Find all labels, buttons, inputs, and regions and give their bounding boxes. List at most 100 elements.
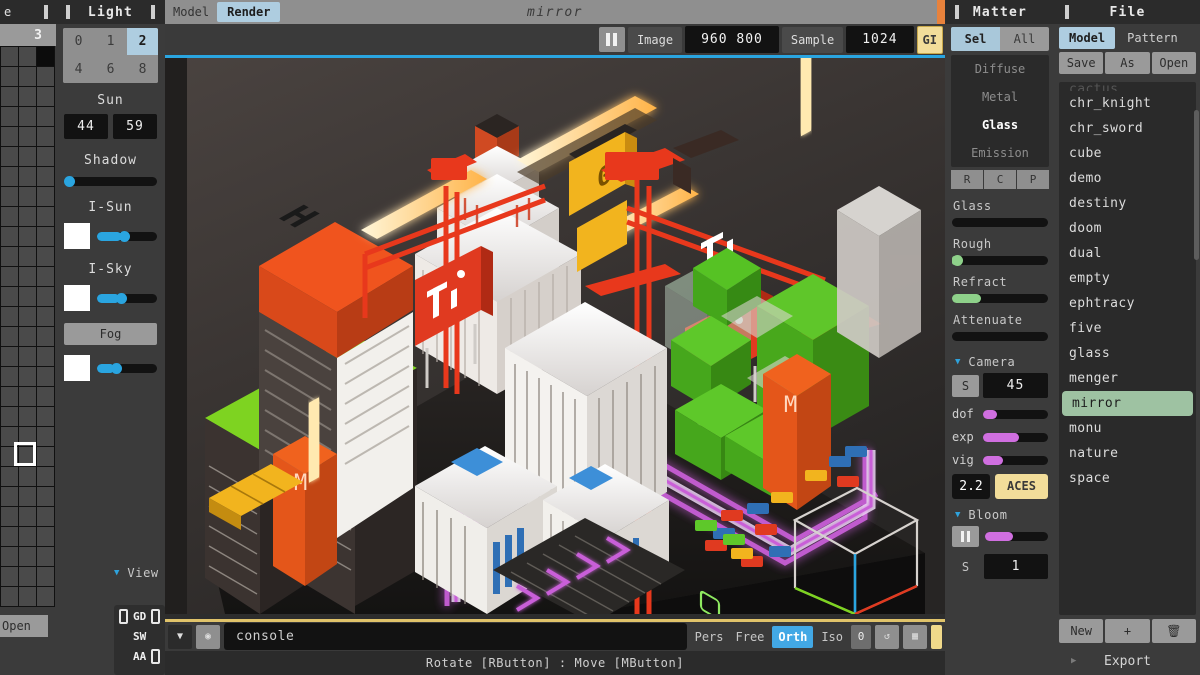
projection-pers[interactable]: Pers <box>691 630 728 644</box>
palette-cell[interactable] <box>19 587 37 607</box>
palette-cell[interactable] <box>19 467 37 487</box>
palette-cell[interactable] <box>19 247 37 267</box>
palette-cell[interactable] <box>19 207 37 227</box>
palette-cell[interactable] <box>37 107 55 127</box>
palette-cell[interactable] <box>19 227 37 247</box>
toggle-sw-icon[interactable] <box>119 629 128 644</box>
view-option-row[interactable]: SWGrid <box>119 629 160 644</box>
fog-color-swatch[interactable] <box>64 355 90 381</box>
palette-cell[interactable] <box>1 327 19 347</box>
sun-azimuth-field[interactable]: 44 <box>64 114 108 139</box>
vig-slider[interactable] <box>983 456 1048 465</box>
view-option-row[interactable]: GDEdge <box>119 609 160 624</box>
list-item[interactable]: doom <box>1059 216 1196 241</box>
palette-cell[interactable] <box>37 407 55 427</box>
palette-cell[interactable] <box>19 487 37 507</box>
palette-cell[interactable] <box>1 207 19 227</box>
camera-collapse-icon[interactable]: ▼ <box>955 357 960 367</box>
view-collapse-icon[interactable]: ▼ <box>114 568 119 578</box>
list-item[interactable]: nature <box>1059 441 1196 466</box>
material-type-emission[interactable]: Emission <box>951 139 1049 167</box>
isky-color-swatch[interactable] <box>64 285 90 311</box>
list-item[interactable]: five <box>1059 316 1196 341</box>
matter-scope-sel[interactable]: Sel <box>951 27 1000 51</box>
gi-toggle-button[interactable]: GI <box>917 26 943 54</box>
shadow-slider[interactable] <box>64 177 157 186</box>
light-bounce-0[interactable]: 0 <box>63 28 94 55</box>
toggle-edge-icon[interactable] <box>151 609 160 624</box>
palette-cell[interactable] <box>1 507 19 527</box>
glass-slider[interactable] <box>952 218 1048 227</box>
palette-cell[interactable] <box>1 587 19 607</box>
bloom-collapse-icon[interactable]: ▼ <box>955 510 960 520</box>
palette-cell[interactable] <box>37 247 55 267</box>
projection-free[interactable]: Free <box>732 630 769 644</box>
palette-cell[interactable] <box>1 407 19 427</box>
screenshot-camera-button[interactable]: ◉ <box>196 625 220 649</box>
light-bounce-4[interactable]: 4 <box>63 56 94 83</box>
palette-cell[interactable] <box>37 567 55 587</box>
tonemap-aces-button[interactable]: ACES <box>995 474 1048 499</box>
palette-cell[interactable] <box>19 527 37 547</box>
palette-cell[interactable] <box>37 287 55 307</box>
palette-cell[interactable] <box>1 127 19 147</box>
palette-cell[interactable] <box>1 347 19 367</box>
rcp-c-button[interactable]: C <box>984 170 1016 189</box>
isky-slider[interactable] <box>97 294 157 303</box>
refract-slider[interactable] <box>952 294 1048 303</box>
viewport-3d[interactable]: H <box>165 55 945 619</box>
tab-file-model[interactable]: Model <box>1059 27 1115 49</box>
material-type-list[interactable]: DiffuseMetalGlassEmission <box>951 55 1049 167</box>
attenuate-slider[interactable] <box>952 332 1048 341</box>
list-item[interactable]: glass <box>1059 341 1196 366</box>
palette-cell[interactable] <box>1 147 19 167</box>
list-item[interactable]: space <box>1059 466 1196 491</box>
export-row[interactable]: ▶ Export <box>1055 647 1200 675</box>
toggle-aa-icon[interactable] <box>119 649 128 664</box>
view-options-box[interactable]: GDEdge SWGrid AABack <box>114 605 165 675</box>
palette-cell[interactable] <box>19 287 37 307</box>
palette-cell[interactable] <box>19 167 37 187</box>
tab-file-pattern[interactable]: Pattern <box>1117 27 1188 49</box>
palette-cell[interactable] <box>37 547 55 567</box>
material-rcp-row[interactable]: R C P <box>951 170 1049 189</box>
palette-cell[interactable] <box>19 567 37 587</box>
palette-cell[interactable] <box>1 167 19 187</box>
dof-slider[interactable] <box>983 410 1048 419</box>
palette-cell[interactable] <box>19 67 37 87</box>
palette-cell[interactable] <box>1 247 19 267</box>
palette-cell[interactable] <box>19 47 37 67</box>
palette-cell[interactable] <box>19 367 37 387</box>
list-item[interactable]: ephtracy <box>1059 291 1196 316</box>
palette-cell[interactable] <box>1 227 19 247</box>
palette-cell[interactable] <box>19 327 37 347</box>
palette-cell[interactable] <box>19 547 37 567</box>
isky-slider-knob[interactable] <box>116 293 127 304</box>
palette-cell[interactable] <box>1 67 19 87</box>
camera-fov-field[interactable]: 45 <box>983 373 1048 398</box>
view-option-row[interactable]: AABack <box>119 649 160 664</box>
palette-cell[interactable] <box>1 387 19 407</box>
grid-level-field[interactable]: 0 <box>851 625 871 649</box>
file-list[interactable]: cactuschr_knightchr_swordcubedemodestiny… <box>1059 82 1196 615</box>
palette-cell[interactable] <box>19 147 37 167</box>
list-item-clipped[interactable]: cactus <box>1059 82 1196 91</box>
shadow-slider-knob[interactable] <box>64 176 75 187</box>
palette-cell[interactable] <box>1 187 19 207</box>
palette-cell[interactable] <box>1 87 19 107</box>
palette-cell[interactable] <box>37 47 55 67</box>
material-type-glass[interactable]: Glass <box>951 111 1049 139</box>
projection-orth[interactable]: Orth <box>772 626 813 648</box>
rcp-p-button[interactable]: P <box>1017 170 1049 189</box>
palette-cell[interactable] <box>19 107 37 127</box>
bloom-value-field[interactable]: 1 <box>984 554 1048 579</box>
bloom-slider[interactable] <box>985 532 1048 541</box>
palette-cell[interactable] <box>19 387 37 407</box>
palette-cell[interactable] <box>19 87 37 107</box>
dropdown-toggle-button[interactable]: ▼ <box>168 625 192 649</box>
render-pause-button[interactable] <box>599 27 625 52</box>
palette-cell[interactable] <box>37 527 55 547</box>
fog-slider[interactable] <box>97 364 157 373</box>
panel-handle-icon[interactable] <box>66 5 70 19</box>
palette-cell[interactable] <box>37 387 55 407</box>
